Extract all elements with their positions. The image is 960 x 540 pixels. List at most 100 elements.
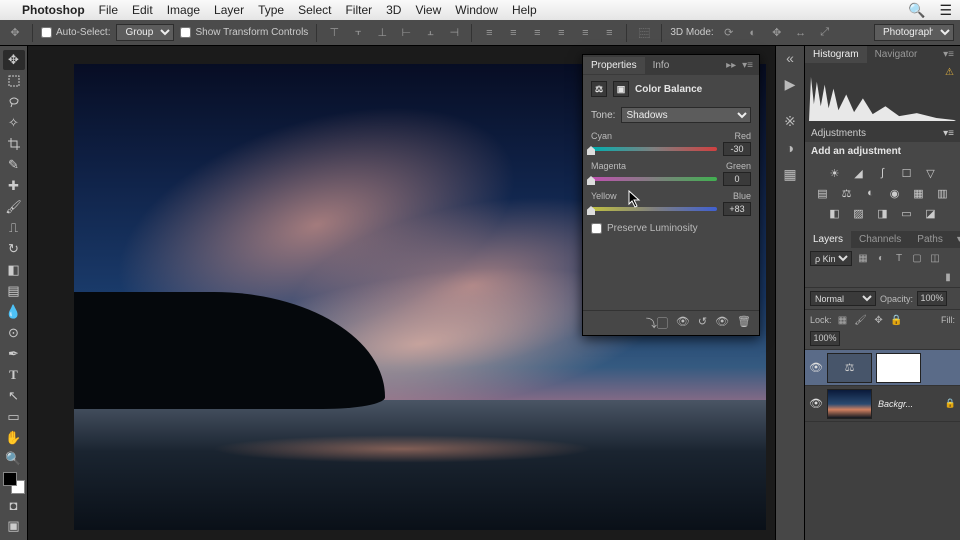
slider-value-input[interactable]: 0 [723, 172, 751, 186]
menu-file[interactable]: File [99, 3, 118, 17]
quick-mask-icon[interactable]: ◘ [3, 495, 25, 515]
panel-collapse-icon[interactable]: ▸▸ [726, 60, 736, 71]
menu-select[interactable]: Select [298, 3, 331, 17]
3d-slide-icon[interactable]: ↔ [792, 24, 810, 42]
eraser-tool[interactable]: ◧ [3, 260, 25, 280]
menu-edit[interactable]: Edit [132, 3, 153, 17]
brush-tool[interactable]: 🖌 [3, 197, 25, 217]
menu-layer[interactable]: Layer [214, 3, 244, 17]
color-balance-slider-1[interactable]: 0 [591, 173, 751, 185]
tab-paths[interactable]: Paths [909, 231, 951, 248]
history-brush-tool[interactable]: ↻ [3, 239, 25, 259]
dock-brushes-icon[interactable]: ◑ [786, 140, 794, 156]
filter-adjustment-icon[interactable]: ◐ [874, 252, 888, 266]
adj-posterize-icon[interactable]: ▨ [850, 205, 868, 221]
app-name[interactable]: Photoshop [22, 3, 85, 17]
align-vcenter-icon[interactable]: ⫟ [349, 24, 367, 42]
lock-position-icon[interactable]: ✥ [872, 313, 886, 327]
adj-invert-icon[interactable]: ◧ [826, 205, 844, 221]
dist-top-icon[interactable]: ≡ [480, 24, 498, 42]
layers-panel-menu-icon[interactable]: ▾≡ [951, 231, 960, 248]
move-tool[interactable]: ✥ [3, 50, 25, 70]
type-tool[interactable]: T [3, 365, 25, 385]
show-transform-checkbox[interactable]: Show Transform Controls [180, 27, 308, 38]
menu-filter[interactable]: Filter [345, 3, 372, 17]
filter-pixel-icon[interactable]: ▦ [856, 252, 870, 266]
menu-extras-icon[interactable]: ☰ [939, 2, 952, 19]
tab-channels[interactable]: Channels [851, 231, 909, 248]
adj-photo-filter-icon[interactable]: ◉ [886, 185, 904, 201]
clone-stamp-tool[interactable]: ⎍ [3, 218, 25, 238]
align-hcenter-icon[interactable]: ⫠ [421, 24, 439, 42]
tab-navigator[interactable]: Navigator [867, 46, 926, 63]
dodge-tool[interactable]: ⊙ [3, 323, 25, 343]
opacity-value[interactable]: 100% [917, 291, 947, 306]
pen-tool[interactable]: ✒ [3, 344, 25, 364]
layer-row-background[interactable]: 👁 Backgr... 🔒 [805, 386, 960, 422]
slider-value-input[interactable]: +83 [723, 202, 751, 216]
menu-type[interactable]: Type [258, 3, 284, 17]
tab-layers[interactable]: Layers [805, 231, 851, 248]
filter-shape-icon[interactable]: ▢ [910, 252, 924, 266]
3d-scale-icon[interactable]: ⤢ [816, 24, 834, 42]
layer-visibility-icon[interactable]: 👁 [809, 397, 823, 410]
menu-window[interactable]: Window [455, 3, 498, 17]
layer-row-color-balance[interactable]: 👁 ⚖ [805, 350, 960, 386]
preserve-luminosity-checkbox[interactable] [591, 223, 602, 234]
crop-tool[interactable] [3, 134, 25, 154]
filter-toggle-icon[interactable]: ▮ [941, 270, 955, 284]
tone-dropdown[interactable]: Shadows [621, 107, 751, 123]
path-selection-tool[interactable]: ↖ [3, 386, 25, 406]
marquee-tool[interactable] [3, 71, 25, 91]
auto-select-checkbox[interactable]: Auto-Select: [41, 27, 110, 38]
adj-brightness-icon[interactable]: ☀ [826, 165, 844, 181]
hand-tool[interactable]: ✋ [3, 428, 25, 448]
magic-wand-tool[interactable]: ✧ [3, 113, 25, 133]
menu-help[interactable]: Help [512, 3, 537, 17]
slider-value-input[interactable]: -30 [723, 142, 751, 156]
dist-vcenter-icon[interactable]: ≡ [504, 24, 522, 42]
dist-right-icon[interactable]: ≡ [600, 24, 618, 42]
blend-mode-dropdown[interactable]: Normal [810, 291, 876, 306]
gradient-tool[interactable]: ▤ [3, 281, 25, 301]
adj-hue-sat-icon[interactable]: ▤ [814, 185, 832, 201]
shape-tool[interactable]: ▭ [3, 407, 25, 427]
tab-info[interactable]: Info [645, 57, 678, 74]
eyedropper-tool[interactable]: ✎ [3, 155, 25, 175]
tab-properties[interactable]: Properties [583, 57, 645, 74]
menu-image[interactable]: Image [167, 3, 200, 17]
view-previous-icon[interactable]: 👁 [676, 315, 690, 331]
layer-mask-thumb[interactable] [876, 353, 921, 383]
healing-brush-tool[interactable]: ✚ [3, 176, 25, 196]
3d-rotate-icon[interactable]: ⟳ [720, 24, 738, 42]
panel-menu-icon[interactable]: ▾≡ [742, 60, 753, 71]
filter-smart-icon[interactable]: ◫ [928, 252, 942, 266]
align-bottom-icon[interactable]: ⊥ [373, 24, 391, 42]
3d-roll-icon[interactable]: ◐ [744, 24, 762, 42]
align-right-icon[interactable]: ⊣ [445, 24, 463, 42]
zoom-tool[interactable]: 🔍 [3, 449, 25, 469]
adj-color-lookup-icon[interactable]: ▥ [934, 185, 952, 201]
align-top-icon[interactable]: ⊤ [325, 24, 343, 42]
histogram-warning-icon[interactable]: ⚠ [945, 67, 954, 78]
menu-view[interactable]: View [415, 3, 441, 17]
reset-icon[interactable]: ↺ [698, 315, 707, 331]
adj-exposure-icon[interactable]: ☐ [898, 165, 916, 181]
dock-actions-icon[interactable]: ※ [784, 113, 796, 130]
auto-align-icon[interactable]: ⿳ [635, 24, 653, 42]
lock-transparency-icon[interactable]: ▦ [836, 313, 850, 327]
color-balance-slider-0[interactable]: -30 [591, 143, 751, 155]
dist-bottom-icon[interactable]: ≡ [528, 24, 546, 42]
dock-expand-icon[interactable]: « [786, 50, 794, 66]
layer-visibility-icon[interactable]: 👁 [809, 361, 823, 374]
color-balance-slider-2[interactable]: +83 [591, 203, 751, 215]
spotlight-icon[interactable]: 🔍 [908, 2, 925, 19]
lasso-tool[interactable] [3, 92, 25, 112]
3d-pan-icon[interactable]: ✥ [768, 24, 786, 42]
adjustments-panel-menu-icon[interactable]: ▾≡ [943, 128, 954, 139]
adj-curves-icon[interactable]: ∫ [874, 165, 892, 181]
adj-bw-icon[interactable]: ◐ [862, 185, 880, 201]
layer-filter-kind[interactable]: ρ Kind [810, 251, 852, 266]
align-left-icon[interactable]: ⊢ [397, 24, 415, 42]
workspace-switcher[interactable]: Photography [874, 24, 954, 41]
